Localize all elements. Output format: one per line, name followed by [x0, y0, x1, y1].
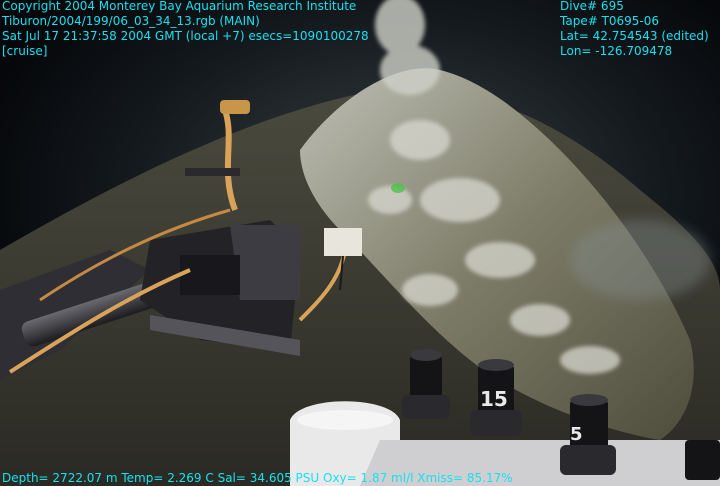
- overlay-sensor-readout: Depth= 2722.07 m Temp= 2.269 C Sal= 34.6…: [2, 471, 513, 485]
- overlay-tape: Tape# T0695-06: [560, 14, 660, 28]
- overlay-timestamp: Sat Jul 17 21:37:58 2004 GMT (local +7) …: [2, 29, 369, 43]
- overlay-mode: [cruise]: [2, 44, 48, 58]
- marker-tag: [324, 228, 362, 256]
- marker-label-5: 5: [570, 424, 583, 445]
- overlay-lat: Lat= 42.754543 (edited): [560, 29, 709, 43]
- overlay-dive: Dive# 695: [560, 0, 624, 13]
- shimmering-plume: [570, 220, 710, 300]
- green-light: [391, 183, 405, 193]
- seafloor-scene: 15 5: [0, 0, 720, 486]
- marker-label-15: 15: [480, 387, 508, 411]
- overlay-bottom: Depth= 2722.07 m Temp= 2.269 C Sal= 34.6…: [2, 471, 513, 486]
- overlay-lon: Lon= -126.709478: [560, 44, 673, 58]
- overlay-copyright: Copyright 2004 Monterey Bay Aquarium Res…: [2, 0, 357, 13]
- overlay-right: Dive# 695 Tape# T0695-06 Lat= 42.754543 …: [560, 0, 709, 59]
- overlay-left: Copyright 2004 Monterey Bay Aquarium Res…: [2, 0, 369, 59]
- overlay-filename: Tiburon/2004/199/06_03_34_13.rgb (MAIN): [2, 14, 260, 28]
- push-core-4: [685, 440, 720, 480]
